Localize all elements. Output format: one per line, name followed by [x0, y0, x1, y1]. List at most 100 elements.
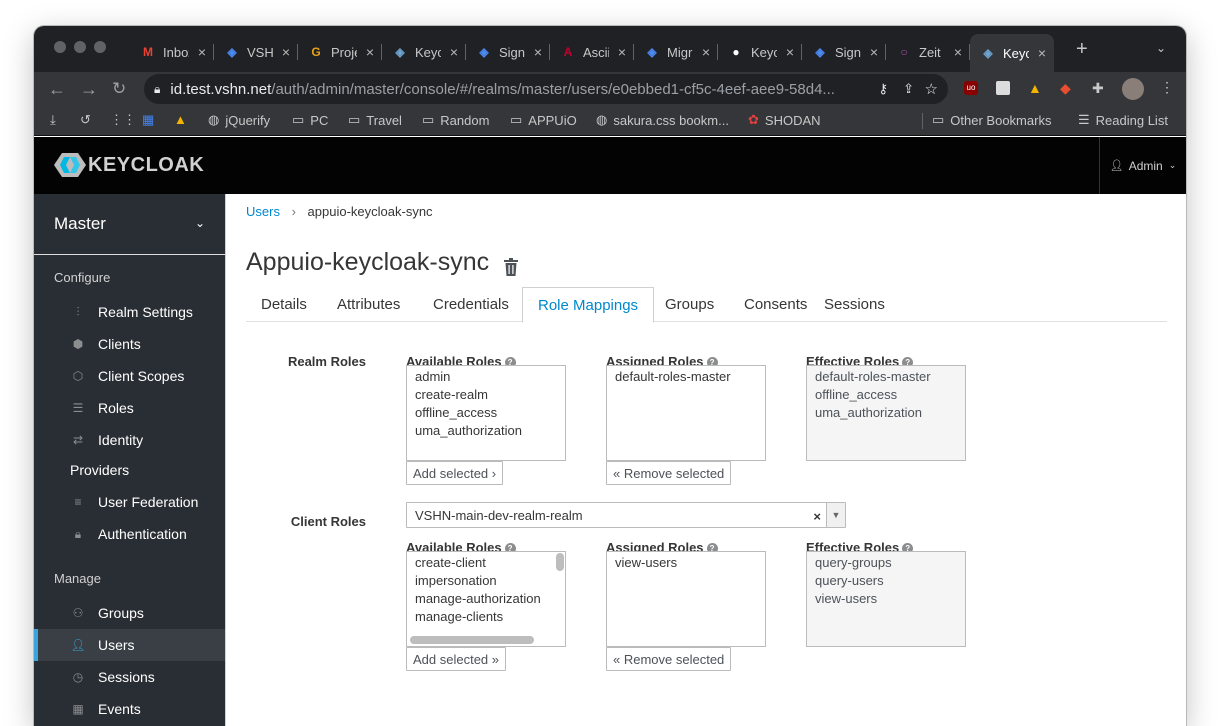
bookmark-item[interactable]: ▭ APPUiO [510, 112, 577, 128]
maximize-window-button[interactable] [94, 41, 106, 53]
keycloak-logo[interactable]: KEYCLOAK [54, 152, 204, 178]
role-option[interactable]: create-realm [407, 386, 565, 404]
address-bar[interactable]: 🔒︎ id.test.vshn.net/auth/admin/master/co… [144, 74, 948, 104]
role-option[interactable]: manage-authorization [407, 590, 565, 608]
close-tab-icon[interactable]: × [1038, 45, 1046, 61]
forward-icon[interactable]: → [80, 79, 98, 99]
close-tab-icon[interactable]: × [282, 44, 290, 60]
drive-extension-icon[interactable]: ▲ [1028, 80, 1042, 96]
bookmark-item[interactable]: ▭ Random [422, 112, 489, 128]
realm-add-selected-button[interactable]: Add selected › [406, 461, 504, 485]
bookmark-item[interactable]: ◍ jQuerify [208, 112, 270, 128]
browser-tab[interactable]: ○ Zeit × [886, 36, 970, 68]
close-tab-icon[interactable]: × [870, 44, 878, 60]
client-assigned-roles-list[interactable]: view-users [606, 551, 766, 647]
sidebar-item-users[interactable]: 👤︎ Users [34, 629, 225, 661]
puzzle-icon[interactable]: ✚ [1092, 80, 1104, 97]
browser-tab[interactable]: ◈ Migr × [634, 36, 718, 68]
back-icon[interactable]: ← [48, 79, 66, 99]
close-tab-icon[interactable]: × [786, 44, 794, 60]
sidebar-item-user-federation[interactable]: ≡ User Federation [34, 486, 225, 518]
sidebar-item-authentication[interactable]: 🔒︎ Authentication [34, 518, 225, 550]
bookmark-item[interactable]: ▭ Other Bookmarks [932, 112, 1051, 128]
sidebar-item-groups[interactable]: ⚇ Groups [34, 597, 225, 629]
role-option[interactable]: manage-clients [407, 608, 565, 626]
realm-remove-selected-button[interactable]: « Remove selected [606, 461, 732, 485]
sidebar-item-roles[interactable]: ☰ Roles [34, 392, 225, 424]
role-option[interactable]: view-users [607, 554, 765, 572]
close-tab-icon[interactable]: × [198, 44, 206, 60]
bookmark-item[interactable]: ⤓ [50, 112, 62, 128]
sidebar-item-providers[interactable]: Providers [34, 454, 225, 486]
sidebar-item-realm-settings[interactable]: ⫶ Realm Settings [34, 296, 225, 328]
tab-attributes[interactable]: Attributes [322, 287, 415, 322]
close-tab-icon[interactable]: × [618, 44, 626, 60]
client-select[interactable]: VSHN-main-dev-realm-realm × ▼ [406, 502, 846, 528]
close-tab-icon[interactable]: × [366, 44, 374, 60]
bookmark-item[interactable]: ▲ [174, 112, 193, 127]
bookmark-item[interactable]: ↺ [80, 112, 97, 128]
user-menu[interactable]: 👤︎ Admin ⌄ [1099, 137, 1186, 194]
role-option[interactable]: admin [407, 368, 565, 386]
realm-selector[interactable]: Master ⌄ [34, 194, 225, 255]
bookmark-item[interactable]: ▭ PC [292, 112, 328, 128]
browser-tab[interactable]: ◈ Sign × [802, 36, 886, 68]
tab-details[interactable]: Details [246, 287, 322, 322]
role-option[interactable]: create-client [407, 554, 565, 572]
trash-icon[interactable] [503, 254, 519, 276]
sidebar-item-clients[interactable]: ⬢ Clients [34, 328, 225, 360]
sidebar-item-identity[interactable]: ⇄ Identity [34, 424, 225, 456]
browser-tab[interactable]: ◈ VSHN × [214, 36, 298, 68]
realm-available-roles-list[interactable]: admin create-realm offline_access uma_autho… [406, 365, 566, 461]
menu-icon[interactable]: ⋮ [1160, 79, 1174, 96]
browser-tab[interactable]: A Ascii × [550, 36, 634, 68]
browser-tab[interactable]: G Project × [298, 36, 382, 68]
sidebar-item-sessions[interactable]: ◷ Sessions [34, 661, 225, 693]
role-option[interactable]: impersonation [407, 572, 565, 590]
bookmark-item[interactable]: ▭ Travel [348, 112, 402, 128]
sidebar-item-events[interactable]: ▦ Events [34, 693, 225, 725]
bookmark-item[interactable]: ✿ SHODAN [748, 112, 821, 128]
close-tab-icon[interactable]: × [954, 44, 962, 60]
sidebar-item-client-scopes[interactable]: ⬡ Client Scopes [34, 360, 225, 392]
browser-tab[interactable]: ● Keycloak × [718, 36, 802, 68]
folder-icon: ▭ [348, 112, 361, 127]
bookmark-item[interactable]: ⋮⋮ [110, 112, 142, 128]
key-icon[interactable]: ⚷ [878, 81, 888, 97]
dropdown-arrow-icon[interactable]: ▼ [826, 503, 845, 527]
tab-groups[interactable]: Groups [650, 287, 729, 322]
git-extension-icon[interactable]: ◆ [1060, 80, 1071, 97]
browser-tab[interactable]: M Inbox × [130, 36, 214, 68]
client-available-roles-list[interactable]: create-client impersonation manage-authori… [406, 551, 566, 647]
extension-icon[interactable] [996, 81, 1010, 95]
close-window-button[interactable] [54, 41, 66, 53]
role-option[interactable]: offline_access [407, 404, 565, 422]
browser-tab[interactable]: ◈ Keycloak × [970, 34, 1054, 72]
tab-credentials[interactable]: Credentials [418, 287, 524, 322]
close-tab-icon[interactable]: × [450, 44, 458, 60]
role-option[interactable]: default-roles-master [607, 368, 765, 386]
star-icon[interactable]: ☆ [925, 80, 938, 98]
reload-icon[interactable]: ↻ [112, 79, 126, 99]
browser-tab[interactable]: ◈ Sign × [466, 36, 550, 68]
close-tab-icon[interactable]: × [702, 44, 710, 60]
ublock-icon[interactable]: uo [964, 81, 978, 95]
share-icon[interactable]: ⇪ [903, 81, 914, 97]
bookmark-item[interactable]: ▦ [142, 112, 160, 128]
minimize-window-button[interactable] [74, 41, 86, 53]
breadcrumb-users-link[interactable]: Users [246, 204, 280, 219]
clear-icon[interactable]: × [813, 509, 821, 524]
tab-role-mappings[interactable]: Role Mappings [522, 287, 655, 323]
close-tab-icon[interactable]: × [534, 44, 542, 60]
realm-assigned-roles-list[interactable]: default-roles-master [606, 365, 766, 461]
browser-tab[interactable]: ◈ Keycloak × [382, 36, 466, 68]
new-tab-button[interactable]: + [1076, 39, 1088, 59]
client-add-selected-button[interactable]: Add selected » [406, 647, 507, 671]
avatar[interactable] [1122, 78, 1144, 100]
bookmark-item[interactable]: ◍ sakura.css bookm... [596, 112, 729, 128]
role-option[interactable]: uma_authorization [407, 422, 565, 440]
tab-search-icon[interactable]: ⌄ [1156, 41, 1166, 55]
bookmark-item[interactable]: ☰ Reading List [1078, 112, 1168, 128]
tab-sessions[interactable]: Sessions [809, 287, 900, 322]
client-remove-selected-button[interactable]: « Remove selected [606, 647, 732, 671]
